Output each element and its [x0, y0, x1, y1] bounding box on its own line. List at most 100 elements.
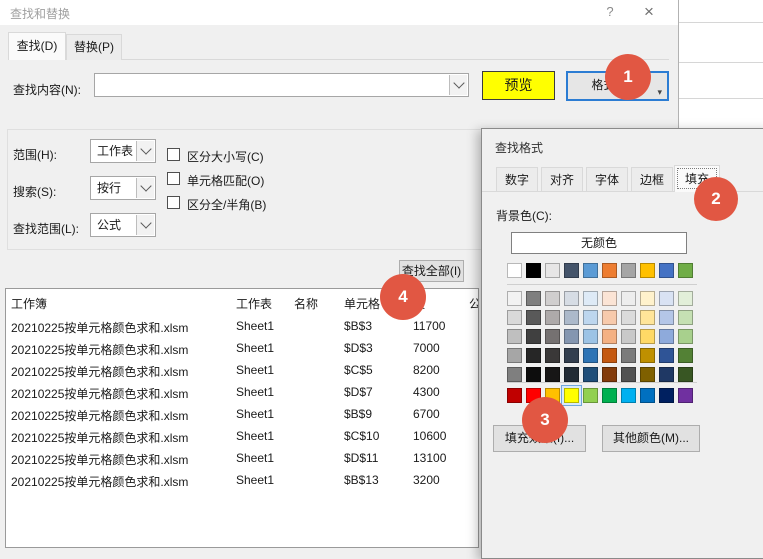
color-swatch[interactable]: [659, 329, 674, 344]
color-swatch[interactable]: [545, 348, 560, 363]
match-case-checkbox[interactable]: [167, 148, 180, 161]
color-swatch[interactable]: [659, 388, 674, 403]
color-swatch[interactable]: [678, 263, 693, 278]
tab-alignment[interactable]: 对齐: [541, 167, 583, 191]
color-swatch[interactable]: [659, 348, 674, 363]
no-color-button[interactable]: 无颜色: [511, 232, 687, 254]
color-swatch[interactable]: [621, 263, 636, 278]
results-column-header[interactable]: 工作表: [236, 295, 272, 312]
color-swatch[interactable]: [507, 329, 522, 344]
chevron-down-icon[interactable]: [136, 178, 154, 198]
results-list[interactable]: 工作簿工作表名称单元格值公式 20210225按单元格颜色求和.xlsmShee…: [5, 288, 479, 548]
color-swatch[interactable]: [583, 367, 598, 382]
color-swatch[interactable]: [564, 291, 579, 306]
color-swatch[interactable]: [507, 310, 522, 325]
color-swatch[interactable]: [602, 291, 617, 306]
chevron-down-icon[interactable]: [136, 215, 154, 235]
color-swatch[interactable]: [526, 367, 541, 382]
color-swatch[interactable]: [545, 367, 560, 382]
color-swatch[interactable]: [602, 367, 617, 382]
color-swatch[interactable]: [640, 367, 655, 382]
color-swatch[interactable]: [526, 310, 541, 325]
color-swatch[interactable]: [583, 310, 598, 325]
color-swatch[interactable]: [659, 367, 674, 382]
color-swatch[interactable]: [640, 388, 655, 403]
results-column-header[interactable]: 公式: [469, 295, 478, 312]
color-swatch[interactable]: [602, 348, 617, 363]
color-swatch[interactable]: [564, 388, 579, 403]
color-swatch[interactable]: [640, 329, 655, 344]
result-row[interactable]: 20210225按单元格颜色求和.xlsm Sheet1 $D$7 4300: [6, 382, 478, 404]
color-swatch[interactable]: [678, 329, 693, 344]
color-swatch[interactable]: [545, 263, 560, 278]
find-what-input[interactable]: [94, 73, 469, 97]
chevron-down-icon[interactable]: [449, 75, 467, 95]
color-swatch[interactable]: [602, 329, 617, 344]
color-swatch[interactable]: [602, 263, 617, 278]
color-swatch[interactable]: [507, 291, 522, 306]
result-row[interactable]: 20210225按单元格颜色求和.xlsm Sheet1 $D$11 13100: [6, 448, 478, 470]
result-row[interactable]: 20210225按单元格颜色求和.xlsm Sheet1 $C$10 10600: [6, 426, 478, 448]
color-swatch[interactable]: [564, 263, 579, 278]
result-row[interactable]: 20210225按单元格颜色求和.xlsm Sheet1 $B$13 3200: [6, 470, 478, 492]
color-swatch[interactable]: [621, 348, 636, 363]
tab-find[interactable]: 查找(D): [8, 32, 66, 60]
color-swatch[interactable]: [621, 310, 636, 325]
results-column-header[interactable]: 名称: [294, 295, 318, 312]
color-swatch[interactable]: [526, 263, 541, 278]
color-swatch[interactable]: [564, 310, 579, 325]
color-swatch[interactable]: [621, 329, 636, 344]
tab-number[interactable]: 数字: [496, 167, 538, 191]
color-swatch[interactable]: [621, 291, 636, 306]
color-swatch[interactable]: [640, 348, 655, 363]
color-swatch[interactable]: [678, 348, 693, 363]
color-swatch[interactable]: [678, 291, 693, 306]
color-swatch[interactable]: [545, 310, 560, 325]
search-select[interactable]: 按行: [90, 176, 156, 200]
color-swatch[interactable]: [602, 310, 617, 325]
result-row[interactable]: 20210225按单元格颜色求和.xlsm Sheet1 $D$3 7000: [6, 338, 478, 360]
results-column-header[interactable]: 单元格: [344, 295, 380, 312]
color-swatch[interactable]: [507, 388, 522, 403]
color-swatch[interactable]: [583, 388, 598, 403]
result-row[interactable]: 20210225按单元格颜色求和.xlsm Sheet1 $B$9 6700: [6, 404, 478, 426]
color-swatch[interactable]: [621, 367, 636, 382]
color-swatch[interactable]: [526, 348, 541, 363]
color-swatch[interactable]: [583, 263, 598, 278]
color-swatch[interactable]: [640, 291, 655, 306]
color-swatch[interactable]: [526, 329, 541, 344]
color-swatch[interactable]: [640, 310, 655, 325]
color-swatch[interactable]: [659, 310, 674, 325]
tab-font[interactable]: 字体: [586, 167, 628, 191]
color-swatch[interactable]: [583, 291, 598, 306]
tab-border[interactable]: 边框: [631, 167, 673, 191]
color-swatch[interactable]: [507, 263, 522, 278]
color-swatch[interactable]: [564, 329, 579, 344]
color-swatch[interactable]: [545, 291, 560, 306]
color-swatch[interactable]: [564, 367, 579, 382]
lookin-select[interactable]: 公式: [90, 213, 156, 237]
result-row[interactable]: 20210225按单元格颜色求和.xlsm Sheet1 $C$5 8200: [6, 360, 478, 382]
color-swatch[interactable]: [678, 388, 693, 403]
tab-replace[interactable]: 替换(P): [66, 34, 122, 60]
color-swatch[interactable]: [583, 348, 598, 363]
color-swatch[interactable]: [621, 388, 636, 403]
color-swatch[interactable]: [602, 388, 617, 403]
color-swatch[interactable]: [659, 263, 674, 278]
scope-select[interactable]: 工作表: [90, 139, 156, 163]
color-swatch[interactable]: [583, 329, 598, 344]
match-width-checkbox[interactable]: [167, 196, 180, 209]
color-swatch[interactable]: [640, 263, 655, 278]
results-column-header[interactable]: 工作簿: [11, 295, 47, 312]
color-swatch[interactable]: [507, 348, 522, 363]
color-swatch[interactable]: [659, 291, 674, 306]
color-swatch[interactable]: [507, 367, 522, 382]
chevron-down-icon[interactable]: [136, 141, 154, 161]
color-swatch[interactable]: [678, 367, 693, 382]
help-icon[interactable]: ?: [600, 2, 620, 22]
color-swatch[interactable]: [564, 348, 579, 363]
match-cell-checkbox[interactable]: [167, 172, 180, 185]
color-swatch[interactable]: [545, 329, 560, 344]
more-colors-button[interactable]: 其他颜色(M)...: [602, 425, 700, 452]
close-icon[interactable]: ×: [636, 0, 662, 24]
